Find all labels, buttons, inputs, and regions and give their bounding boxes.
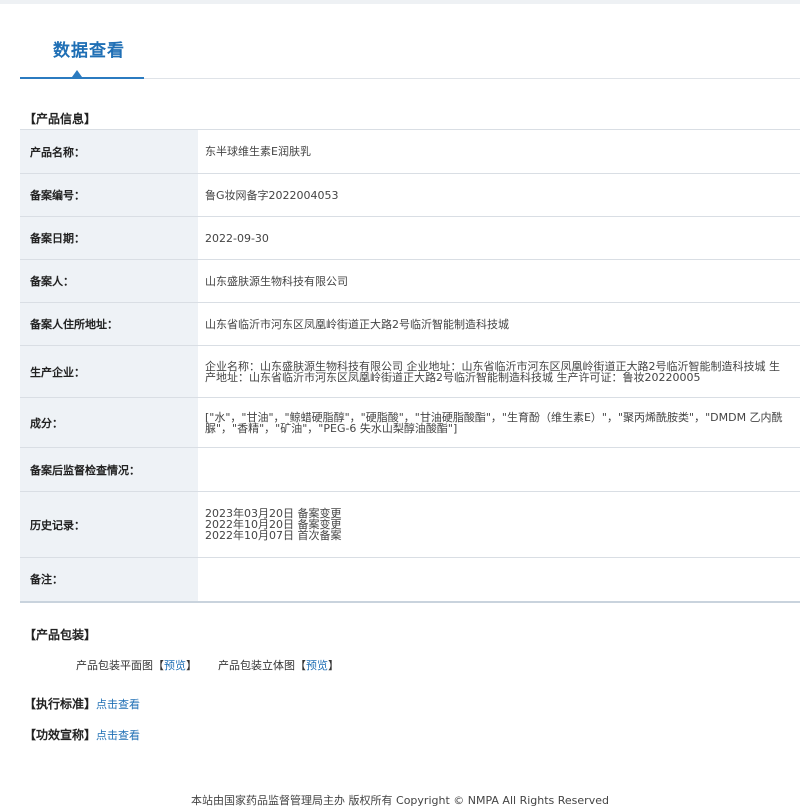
table-row: 备案人： 山东盛肤源生物科技有限公司 [20, 259, 800, 303]
package-flat-label: 产品包装平面图 [76, 659, 153, 672]
field-value: 鲁G妆网备字2022004053 [198, 173, 800, 217]
table-row: 备注： [20, 557, 800, 603]
field-label: 备案人： [20, 259, 198, 303]
table-row: 生产企业： 企业名称：山东盛肤源生物科技有限公司 企业地址：山东省临沂市河东区凤… [20, 345, 800, 398]
tab-data-view[interactable]: 数据查看 [53, 36, 125, 61]
field-label: 备案编号： [20, 173, 198, 217]
package-flat-preview-link[interactable]: 预览 [164, 659, 186, 672]
field-value: 山东盛肤源生物科技有限公司 [198, 259, 800, 303]
field-value [198, 557, 800, 603]
active-tab-caret-icon [72, 70, 82, 77]
field-label: 生产企业： [20, 345, 198, 398]
package-stereo-label: 产品包装立体图 [218, 659, 295, 672]
field-value: 山东省临沂市河东区凤凰岭街道正大路2号临沂智能制造科技城 [198, 302, 800, 346]
package-flat-item: 产品包装平面图【预览】 [76, 659, 197, 672]
tab-divider [144, 78, 800, 79]
field-value: 2022-09-30 [198, 216, 800, 260]
efficacy-view-link[interactable]: 点击查看 [96, 729, 140, 742]
field-label: 备案人住所地址： [20, 302, 198, 346]
table-row: 历史记录： 2023年03月20日 备案变更 2022年10月20日 备案变更 … [20, 491, 800, 558]
field-label: 成分： [20, 397, 198, 448]
field-value: 企业名称：山东盛肤源生物科技有限公司 企业地址：山东省临沂市河东区凤凰岭街道正大… [198, 345, 800, 398]
history-entry: 2022年10月07日 首次备案 [205, 529, 342, 542]
efficacy-row: 【功效宣称】点击查看 [24, 726, 140, 743]
field-label: 备案日期： [20, 216, 198, 260]
standard-view-link[interactable]: 点击查看 [96, 698, 140, 711]
table-row: 备案编号： 鲁G妆网备字2022004053 [20, 173, 800, 217]
field-label: 产品名称： [20, 129, 198, 174]
package-stereo-item: 产品包装立体图【预览】 [218, 659, 339, 672]
product-info-heading: 【产品信息】 [24, 112, 97, 126]
standard-row: 【执行标准】点击查看 [24, 695, 140, 712]
table-row: 备案日期： 2022-09-30 [20, 216, 800, 260]
field-label: 备注： [20, 557, 198, 603]
table-row: 备案人住所地址： 山东省临沂市河东区凤凰岭街道正大路2号临沂智能制造科技城 [20, 302, 800, 346]
top-strip [0, 0, 800, 4]
table-row: 备案后监督检查情况： [20, 447, 800, 492]
field-value: 东半球维生素E润肤乳 [198, 129, 800, 174]
table-row: 成分： ["水"，"甘油"，"鲸蜡硬脂醇"，"硬脂酸"，"甘油硬脂酸酯"，"生育… [20, 397, 800, 448]
field-label: 历史记录： [20, 491, 198, 558]
packaging-heading: 【产品包装】 [24, 628, 97, 642]
package-stereo-preview-link[interactable]: 预览 [306, 659, 328, 672]
table-row: 产品名称： 东半球维生素E润肤乳 [20, 129, 800, 174]
active-tab-underline [20, 77, 144, 79]
field-label: 备案后监督检查情况： [20, 447, 198, 492]
product-info-table: 产品名称： 东半球维生素E润肤乳 备案编号： 鲁G妆网备字2022004053 … [20, 129, 800, 603]
field-value: ["水"，"甘油"，"鲸蜡硬脂醇"，"硬脂酸"，"甘油硬脂酸酯"，"生育酚（维生… [198, 397, 800, 448]
field-value [198, 447, 800, 492]
history-list: 2023年03月20日 备案变更 2022年10月20日 备案变更 2022年1… [198, 491, 800, 558]
footer-copyright: 本站由国家药品监督管理局主办 版权所有 Copyright © NMPA All… [191, 794, 609, 807]
efficacy-heading: 【功效宣称】 [24, 728, 97, 742]
standard-heading: 【执行标准】 [24, 697, 97, 711]
